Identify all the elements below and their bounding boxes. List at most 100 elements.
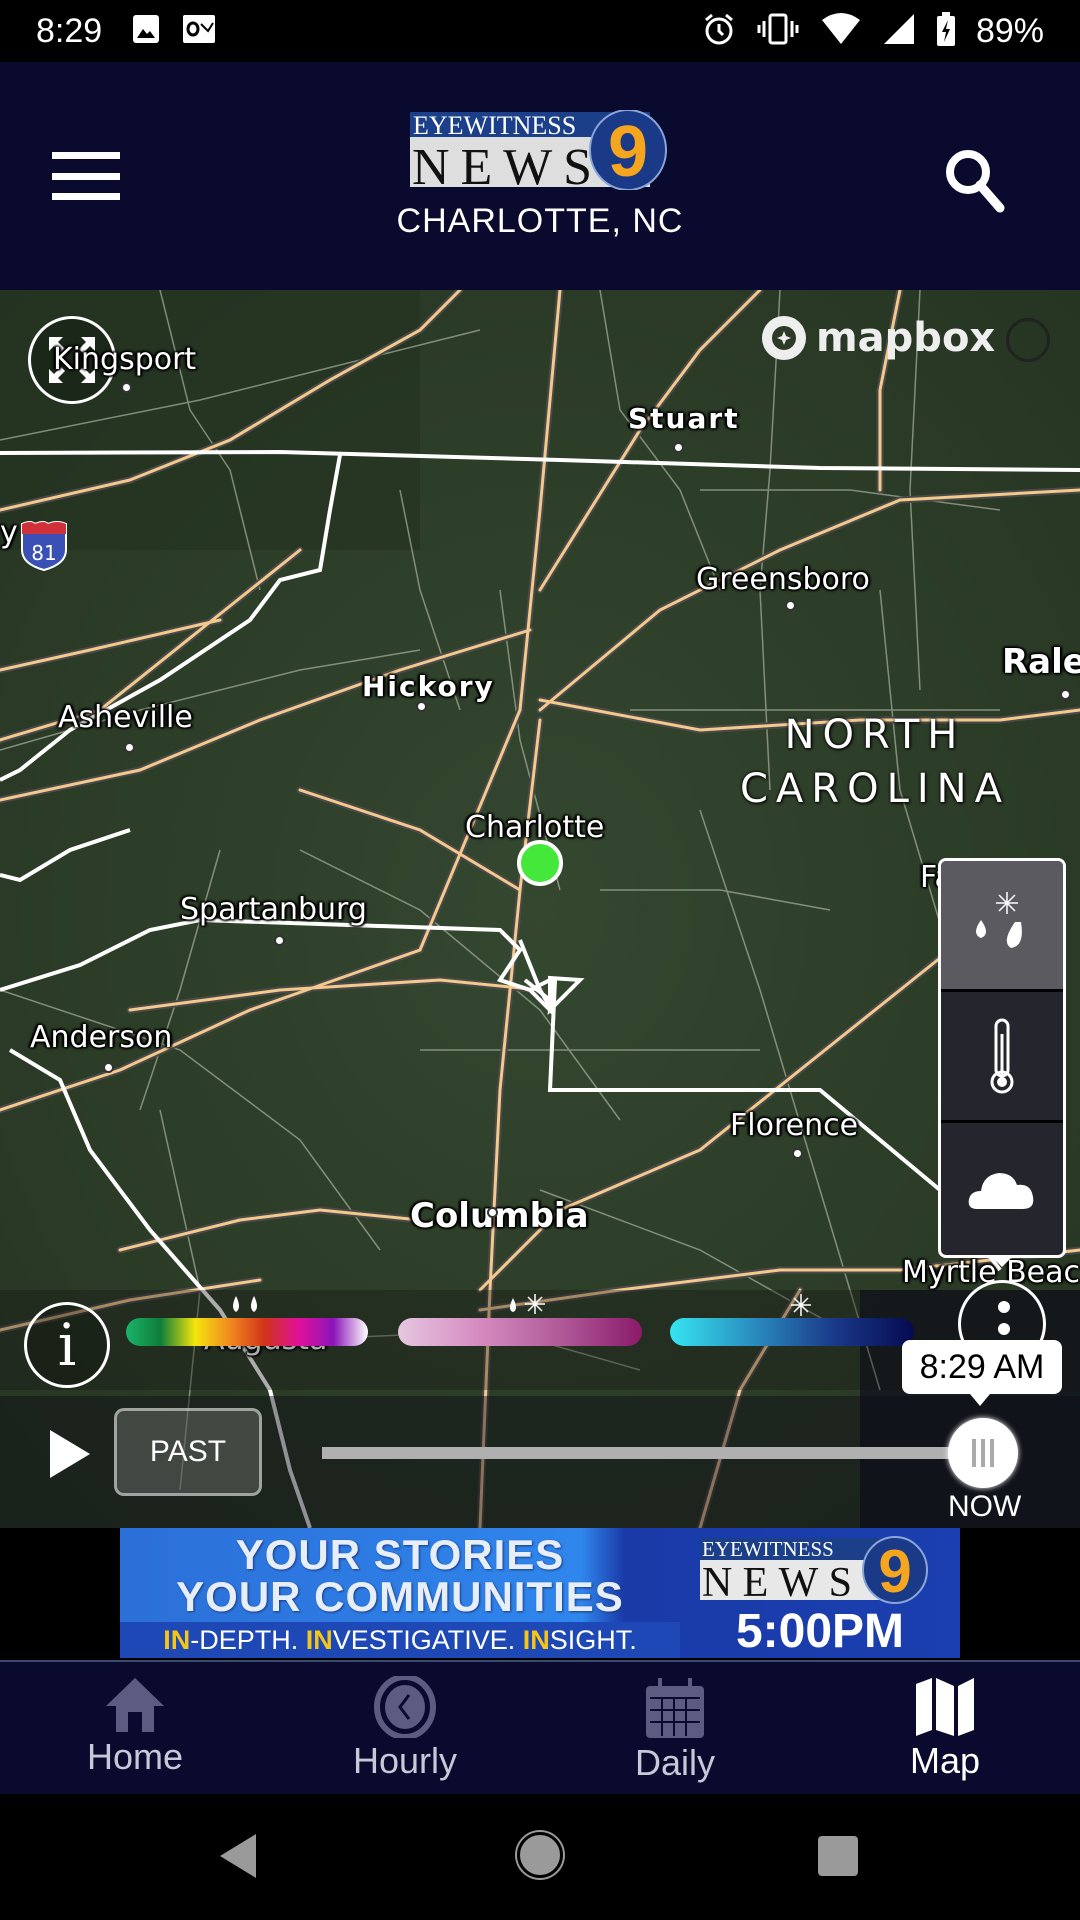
ad-logo-line1: EYEWITNESS <box>702 1537 834 1561</box>
ad-headline: YOUR STORIES YOUR COMMUNITIES IN-DEPTH. … <box>120 1528 680 1658</box>
ad-area: YOUR STORIES YOUR COMMUNITIES IN-DEPTH. … <box>0 1528 1080 1660</box>
city-dot <box>274 935 285 946</box>
logo-line1: EYEWITNESS <box>413 111 576 140</box>
timeline-slider-track[interactable] <box>322 1447 952 1459</box>
ad-tag-hl: IN <box>163 1625 191 1655</box>
ad-tag-hl: IN <box>305 1625 333 1655</box>
back-icon[interactable] <box>220 1834 256 1878</box>
thermometer-icon <box>990 1018 1014 1094</box>
state-label-north-carolina: NORTH CAROLINA <box>740 708 1010 816</box>
city-dot <box>103 1062 114 1073</box>
map-icon <box>916 1678 974 1736</box>
battery-percent: 89% <box>975 11 1044 50</box>
ad-tag-hl: IN <box>522 1625 550 1655</box>
nav-label-home: Home <box>86 1736 184 1777</box>
city-label-florence: Florence <box>730 1108 859 1143</box>
layer-clouds-button[interactable] <box>941 1123 1063 1254</box>
city-dot <box>124 742 135 753</box>
cloud-icon <box>968 1172 1034 1209</box>
legend-scale-snow <box>670 1318 914 1346</box>
state-label-line2: CAROLINA <box>740 766 1010 812</box>
play-icon[interactable] <box>50 1430 90 1478</box>
nav-item-daily[interactable]: Daily <box>540 1662 810 1794</box>
outlook-notification-icon <box>182 14 216 48</box>
ad-time: 5:00PM <box>735 1605 905 1658</box>
alarm-icon <box>702 12 736 50</box>
wifi-icon <box>820 12 862 50</box>
layer-precipitation-button[interactable] <box>941 861 1063 992</box>
city-label-hickory: Hickory <box>362 670 495 703</box>
ad-tagline: IN-DEPTH. INVESTIGATIVE. INSIGHT. <box>120 1622 680 1658</box>
layer-temperature-button[interactable] <box>941 992 1063 1123</box>
nav-item-home[interactable]: Home <box>0 1662 270 1794</box>
calendar-icon <box>646 1678 704 1738</box>
city-label-spartanburg: Spartanburg <box>180 892 367 927</box>
legend-scale-rain <box>126 1318 368 1346</box>
mapbox-attribution[interactable]: mapbox <box>760 314 995 362</box>
timeline-slider-handle[interactable] <box>948 1418 1018 1488</box>
nav-item-hourly[interactable]: Hourly <box>270 1662 540 1794</box>
city-label-greensboro: Greensboro <box>696 562 870 597</box>
vibrate-icon <box>756 12 800 50</box>
station-logo: EYEWITNESS NEWS 9 <box>410 109 672 196</box>
ad-line2: YOUR COMMUNITIES <box>176 1573 624 1620</box>
ad-banner[interactable]: YOUR STORIES YOUR COMMUNITIES IN-DEPTH. … <box>120 1528 960 1658</box>
image-notification-icon <box>132 14 160 48</box>
city-dot <box>673 442 684 453</box>
city-dot <box>792 1148 803 1159</box>
city-label-asheville: Asheville <box>58 700 193 735</box>
ad-tag-text: SIGHT. <box>549 1625 637 1655</box>
current-time-tooltip: 8:29 AM <box>902 1340 1062 1406</box>
info-icon: i <box>57 1311 77 1379</box>
precipitation-icon <box>976 892 1022 948</box>
ad-logo-number: 9 <box>878 1538 911 1604</box>
mapbox-label: mapbox <box>816 315 996 361</box>
info-button[interactable]: i <box>24 1302 110 1388</box>
current-location-marker[interactable] <box>517 840 563 886</box>
status-bar: 8:29 89% <box>0 0 1080 62</box>
logo-number: 9 <box>608 112 648 190</box>
city-dot <box>487 1207 498 1218</box>
city-label-columbia: Columbia <box>410 1196 589 1236</box>
cell-signal-icon <box>882 12 916 50</box>
layer-panel-pointer <box>990 1255 1014 1267</box>
city-label-raleigh: Rale <box>1002 642 1080 682</box>
system-nav-bar <box>0 1794 1080 1920</box>
ad-line1: YOUR STORIES <box>235 1531 565 1578</box>
city-label-kingsport: Kingsport <box>53 342 197 377</box>
recent-apps-icon[interactable] <box>818 1836 858 1876</box>
home-icon <box>106 1678 164 1732</box>
hamburger-menu-icon[interactable] <box>52 152 120 200</box>
attribution-info-icon[interactable] <box>1006 318 1050 362</box>
city-dot <box>1060 689 1071 700</box>
ad-tag-text: VESTIGATIVE. <box>332 1625 523 1655</box>
past-button[interactable]: PAST <box>114 1408 262 1496</box>
nav-label-hourly: Hourly <box>352 1740 458 1781</box>
nav-item-map[interactable]: Map <box>810 1662 1080 1794</box>
ad-tag-text: -DEPTH. <box>190 1625 306 1655</box>
city-dot <box>121 382 132 393</box>
mapbox-icon <box>762 316 806 360</box>
status-time: 8:29 <box>36 11 103 50</box>
bottom-nav: Home Hourly Daily Map <box>0 1660 1080 1794</box>
app-header: EYEWITNESS NEWS 9 CHARLOTTE, NC <box>0 62 1080 290</box>
location-title[interactable]: CHARLOTTE, NC <box>0 202 1080 241</box>
battery-charging-icon <box>936 12 956 50</box>
search-icon[interactable] <box>940 144 1010 214</box>
city-dot <box>416 701 427 712</box>
now-label: NOW <box>948 1490 1022 1523</box>
hourly-clock-icon <box>374 1676 436 1738</box>
city-label-stuart: Stuart <box>628 402 740 435</box>
home-button-icon[interactable] <box>517 1832 563 1878</box>
city-label-anderson: Anderson <box>30 1020 173 1055</box>
nav-label-map: Map <box>909 1740 981 1781</box>
legend-scale-mix <box>398 1318 642 1346</box>
radar-map[interactable]: mapbox 81 Kingsport Stuart Greensboro Ra… <box>0 290 1080 1528</box>
city-dot <box>785 600 796 611</box>
ad-logo: EYEWITNESS NEWS 9 5:00PM <box>690 1534 950 1658</box>
layer-selector <box>938 858 1066 1258</box>
interstate-shield: 81 <box>18 520 70 576</box>
city-label-knoxville: y <box>0 515 18 550</box>
interstate-number: 81 <box>31 541 56 565</box>
state-label-line1: NORTH <box>784 712 966 758</box>
